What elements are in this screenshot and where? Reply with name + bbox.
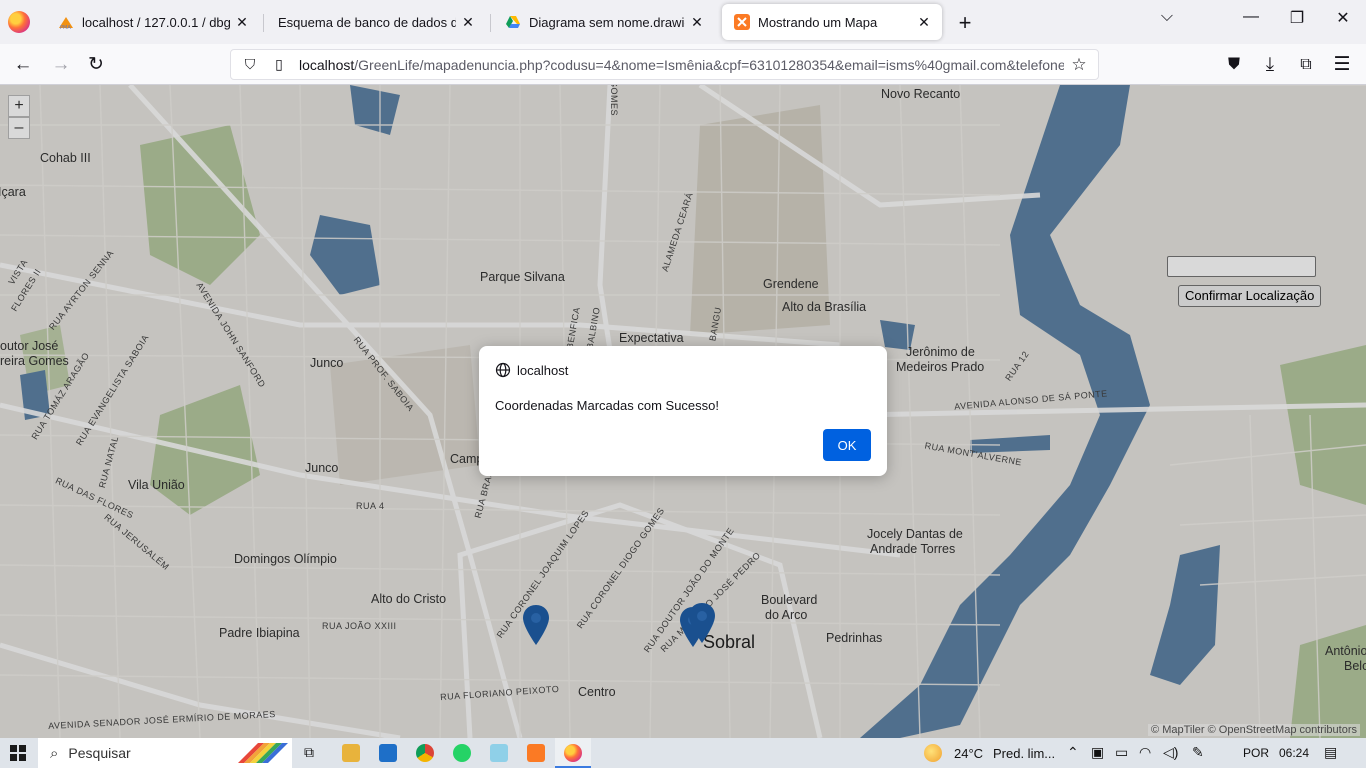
- navigation-toolbar: ← → ↻ ⛉ ▯ localhost/GreenLife/mapadenunc…: [0, 44, 1366, 85]
- weather-icon[interactable]: [924, 744, 942, 762]
- tab-esquema[interactable]: Esquema de banco de dados dbgre ✕: [266, 4, 486, 40]
- close-icon[interactable]: ✕: [234, 14, 250, 31]
- notepad-icon[interactable]: [490, 744, 508, 762]
- tab-bar: PMA localhost / 127.0.0.1 / dbgreenli ✕ …: [0, 0, 1366, 44]
- tab-drawio[interactable]: Diagrama sem nome.drawio - G ✕: [493, 4, 715, 40]
- show-hidden-icons-chevron-icon[interactable]: ⌃: [1067, 744, 1079, 761]
- battery-icon[interactable]: ▭: [1115, 744, 1128, 761]
- file-explorer-icon[interactable]: [342, 744, 360, 762]
- firefox-icon[interactable]: [564, 744, 582, 762]
- dialog-origin: localhost: [517, 362, 569, 378]
- minimize-button[interactable]: —: [1236, 8, 1266, 26]
- new-tab-button[interactable]: +: [954, 10, 976, 36]
- firefox-view-icon[interactable]: [8, 11, 30, 33]
- downloads-icon[interactable]: ⤓: [1257, 52, 1283, 78]
- bookmark-star-icon[interactable]: ☆: [1068, 55, 1090, 75]
- close-icon[interactable]: ✕: [460, 14, 476, 31]
- wifi-icon[interactable]: ◠: [1139, 744, 1151, 761]
- google-drive-icon: [506, 16, 520, 28]
- extensions-icon[interactable]: ⧉: [1293, 52, 1319, 78]
- volume-icon[interactable]: ◁): [1163, 744, 1178, 761]
- weather-text[interactable]: Pred. lim...: [993, 746, 1055, 761]
- tab-phpmyadmin[interactable]: PMA localhost / 127.0.0.1 / dbgreenli ✕: [46, 4, 260, 40]
- mail-icon[interactable]: [379, 744, 397, 762]
- temperature[interactable]: 24°C: [954, 746, 983, 761]
- search-icon: ⌕: [50, 744, 59, 762]
- svg-text:PMA: PMA: [60, 25, 71, 30]
- language-indicator[interactable]: POR: [1243, 746, 1269, 760]
- task-view-icon[interactable]: ⧉: [304, 744, 314, 761]
- notifications-icon[interactable]: ▤: [1324, 744, 1337, 761]
- url-path: /GreenLife/mapadenuncia.php?codusu=4&nom…: [354, 56, 1064, 73]
- forward-button[interactable]: →: [48, 52, 74, 78]
- tab-title: Esquema de banco de dados dbgre: [278, 14, 456, 30]
- taskbar-search[interactable]: ⌕ Pesquisar: [38, 738, 292, 768]
- close-icon[interactable]: ✕: [689, 14, 705, 31]
- clock[interactable]: 06:24: [1279, 746, 1309, 760]
- back-button[interactable]: ←: [10, 52, 36, 78]
- close-window-button[interactable]: ✕: [1328, 8, 1358, 28]
- xampp-icon[interactable]: [527, 744, 545, 762]
- dialog-header: localhost: [495, 362, 568, 378]
- xampp-icon: [734, 14, 750, 30]
- whatsapp-icon[interactable]: [453, 744, 471, 762]
- pen-icon[interactable]: ✎: [1192, 744, 1204, 761]
- list-tabs-chevron-icon[interactable]: ⌵: [1152, 8, 1182, 26]
- chrome-icon[interactable]: [416, 744, 434, 762]
- search-placeholder: Pesquisar: [68, 745, 131, 761]
- restore-button[interactable]: ❐: [1282, 8, 1312, 28]
- tab-title: Diagrama sem nome.drawio - G: [529, 14, 685, 30]
- globe-icon: [495, 362, 511, 378]
- tab-title: Mostrando um Mapa: [758, 14, 878, 30]
- url-host: localhost: [299, 56, 355, 73]
- tab-title: localhost / 127.0.0.1 / dbgreenli: [82, 14, 230, 30]
- menu-icon[interactable]: ☰: [1329, 52, 1355, 78]
- pocket-icon[interactable]: ⛊: [1221, 52, 1247, 78]
- tracking-shield-icon[interactable]: ⛉: [239, 56, 261, 73]
- dialog-message: Coordenadas Marcadas com Sucesso!: [495, 398, 720, 413]
- camera-icon[interactable]: ▣: [1091, 744, 1104, 761]
- phpmyadmin-icon: PMA: [59, 17, 73, 30]
- windows-taskbar: ⌕ Pesquisar ⧉ 24°C Pred. lim... ⌃ ▣ ▭ ◠ …: [0, 738, 1366, 768]
- address-bar[interactable]: ⛉ ▯ localhost/GreenLife/mapadenuncia.php…: [230, 49, 1099, 80]
- windows-start-icon[interactable]: [10, 745, 26, 761]
- search-highlight-icon: [238, 743, 288, 763]
- alert-dialog: localhost Coordenadas Marcadas com Suces…: [479, 346, 887, 476]
- tab-mapa[interactable]: Mostrando um Mapa ✕: [722, 4, 942, 40]
- url-text[interactable]: localhost/GreenLife/mapadenuncia.php?cod…: [299, 57, 1064, 73]
- reload-button[interactable]: ↻: [83, 52, 109, 78]
- close-icon[interactable]: ✕: [916, 14, 932, 31]
- page-info-icon[interactable]: ▯: [269, 56, 289, 73]
- ok-button[interactable]: OK: [823, 429, 871, 461]
